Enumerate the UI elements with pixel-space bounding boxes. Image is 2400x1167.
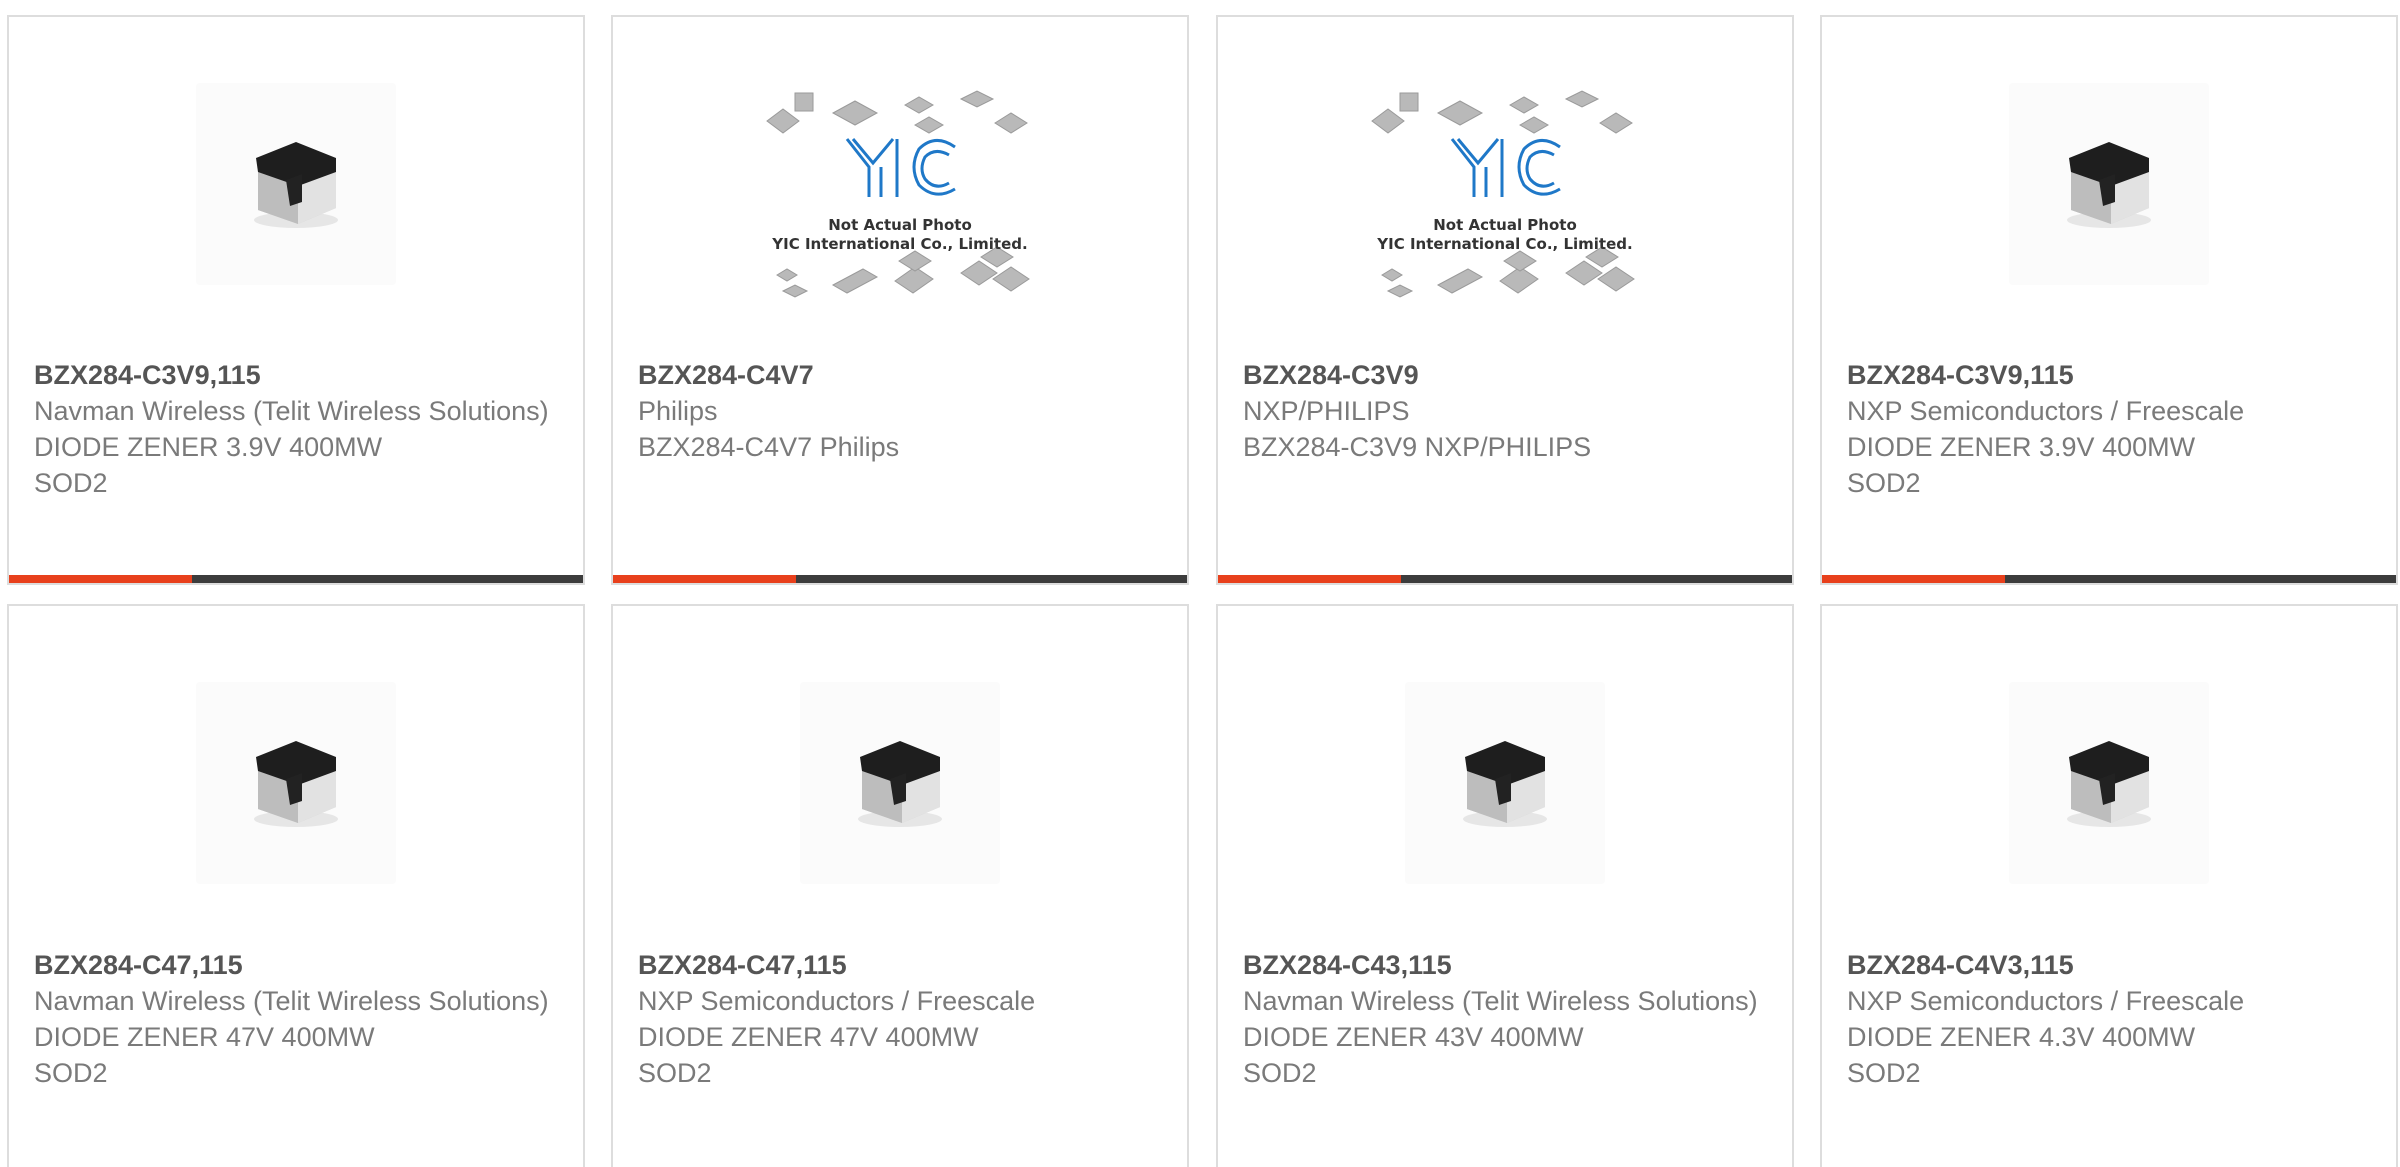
manufacturer: NXP/PHILIPS [1243,396,1410,426]
product-image[interactable] [1218,660,1792,916]
part-number[interactable]: BZX284-C4V3,115 [1847,947,2371,983]
description: DIODE ZENER 4.3V 400MW [1847,1022,2196,1052]
manufacturer: NXP Semiconductors / Freescale [638,986,1036,1016]
part-number[interactable]: BZX284-C3V9 [1243,357,1767,393]
part-number[interactable]: BZX284-C47,115 [34,947,558,983]
product-info: BZX284-C47,115 NXP Semiconductors / Free… [638,947,1162,1091]
part-number[interactable]: BZX284-C3V9,115 [34,357,558,393]
diode-chip-icon [2009,83,2209,285]
placeholder-company: YIC International Co., Limited. [771,235,1027,253]
package: SOD2 [1847,468,1921,498]
card-accent-bar [9,575,192,583]
product-info: BZX284-C4V3,115 NXP Semiconductors / Fre… [1847,947,2371,1091]
product-image[interactable] [1822,61,2396,317]
product-info: BZX284-C43,115 Navman Wireless (Telit Wi… [1243,947,1767,1091]
diode-chip-icon [2009,682,2209,884]
diode-chip-icon [1405,682,1605,884]
yic-placeholder-image: Not Actual Photo YIC International Co., … [765,69,1035,309]
card-accent-bar [1218,575,1401,583]
description: DIODE ZENER 3.9V 400MW [34,432,383,462]
diode-chip-icon [800,682,1000,884]
part-number[interactable]: BZX284-C47,115 [638,947,1162,983]
part-number[interactable]: BZX284-C43,115 [1243,947,1767,983]
description: DIODE ZENER 47V 400MW [638,1022,979,1052]
manufacturer: Navman Wireless (Telit Wireless Solution… [1243,986,1758,1016]
package: SOD2 [1847,1058,1921,1088]
placeholder-note: Not Actual Photo [1433,216,1577,234]
package: SOD2 [34,468,108,498]
manufacturer: NXP Semiconductors / Freescale [1847,396,2245,426]
product-card[interactable]: Not Actual Photo YIC International Co., … [611,15,1189,585]
card-bottom-bar [613,575,1187,583]
manufacturer: Navman Wireless (Telit Wireless Solution… [34,986,549,1016]
product-card[interactable]: BZX284-C3V9,115 NXP Semiconductors / Fre… [1820,15,2398,585]
diode-chip-icon [196,682,396,884]
product-info: BZX284-C3V9,115 NXP Semiconductors / Fre… [1847,357,2371,501]
package: SOD2 [638,1058,712,1088]
product-card[interactable]: BZX284-C4V3,115 NXP Semiconductors / Fre… [1820,604,2398,1167]
product-card[interactable]: BZX284-C43,115 Navman Wireless (Telit Wi… [1216,604,1794,1167]
yic-placeholder-image: Not Actual Photo YIC International Co., … [1370,69,1640,309]
placeholder-company: YIC International Co., Limited. [1376,235,1632,253]
card-accent-bar [1822,575,2005,583]
product-info: BZX284-C47,115 Navman Wireless (Telit Wi… [34,947,558,1091]
card-bottom-bar [9,575,583,583]
card-accent-bar [613,575,796,583]
product-image[interactable] [613,660,1187,916]
package: SOD2 [34,1058,108,1088]
part-number[interactable]: BZX284-C4V7 [638,357,1162,393]
product-image[interactable] [1822,660,2396,916]
product-card[interactable]: Not Actual Photo YIC International Co., … [1216,15,1794,585]
part-number[interactable]: BZX284-C3V9,115 [1847,357,2371,393]
card-bottom-bar [1822,575,2396,583]
package: SOD2 [1243,1058,1317,1088]
product-grid: BZX284-C3V9,115 Navman Wireless (Telit W… [0,0,2400,1167]
manufacturer: NXP Semiconductors / Freescale [1847,986,2245,1016]
description: DIODE ZENER 47V 400MW [34,1022,375,1052]
description: BZX284-C4V7 Philips [638,432,900,462]
product-image[interactable] [9,61,583,317]
diode-chip-icon [196,83,396,285]
product-card[interactable]: BZX284-C47,115 NXP Semiconductors / Free… [611,604,1189,1167]
placeholder-note: Not Actual Photo [828,216,972,234]
description: DIODE ZENER 43V 400MW [1243,1022,1584,1052]
product-image[interactable] [9,660,583,916]
product-info: BZX284-C3V9 NXP/PHILIPS BZX284-C3V9 NXP/… [1243,357,1767,465]
description: DIODE ZENER 3.9V 400MW [1847,432,2196,462]
product-image[interactable]: Not Actual Photo YIC International Co., … [1218,61,1792,317]
product-info: BZX284-C3V9,115 Navman Wireless (Telit W… [34,357,558,501]
product-card[interactable]: BZX284-C47,115 Navman Wireless (Telit Wi… [7,604,585,1167]
manufacturer: Philips [638,396,718,426]
product-info: BZX284-C4V7 Philips BZX284-C4V7 Philips [638,357,1162,465]
product-image[interactable]: Not Actual Photo YIC International Co., … [613,61,1187,317]
description: BZX284-C3V9 NXP/PHILIPS [1243,432,1592,462]
card-bottom-bar [1218,575,1792,583]
manufacturer: Navman Wireless (Telit Wireless Solution… [34,396,549,426]
product-card[interactable]: BZX284-C3V9,115 Navman Wireless (Telit W… [7,15,585,585]
